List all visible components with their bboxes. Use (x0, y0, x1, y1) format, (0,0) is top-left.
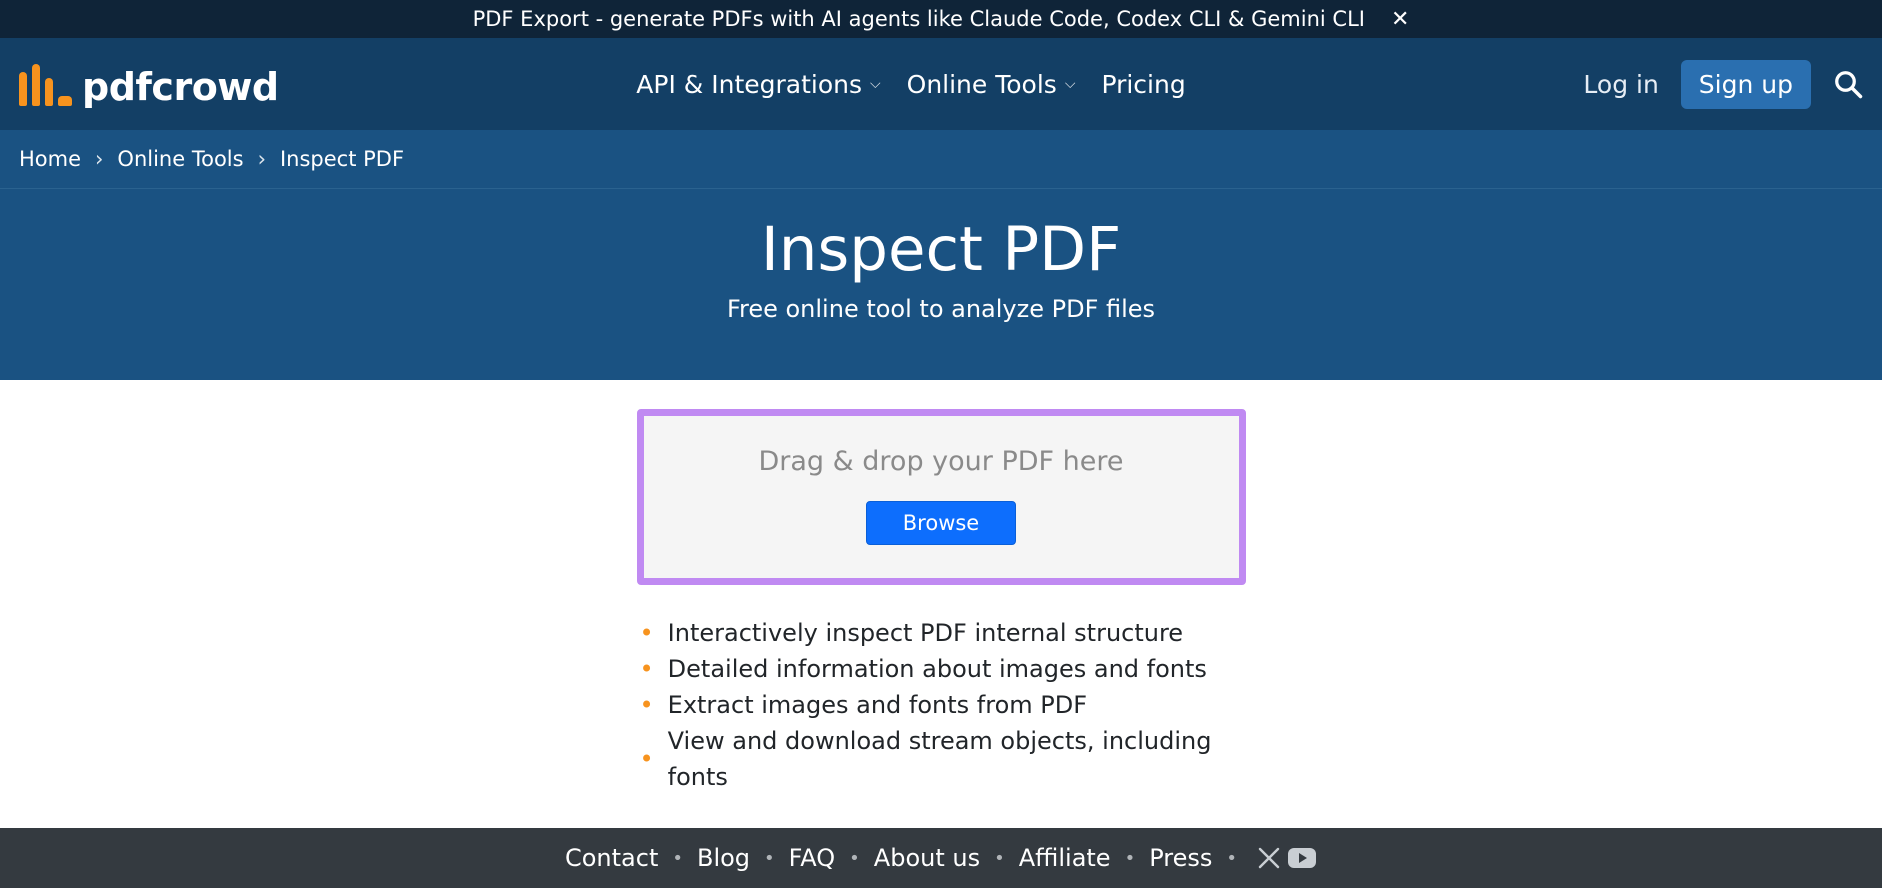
search-icon[interactable] (1833, 69, 1863, 99)
close-icon[interactable]: ✕ (1391, 7, 1409, 32)
main-nav: pdfcrowd API & Integrations ⌵ Online Too… (0, 38, 1882, 130)
page-title: Inspect PDF (760, 214, 1122, 285)
list-item: • Extract images and fonts from PDF (637, 687, 1246, 723)
promo-text[interactable]: PDF Export - generate PDFs with AI agent… (473, 7, 1365, 31)
footer-separator: • (764, 847, 775, 869)
bullet-icon: • (639, 619, 654, 647)
footer-link-blog[interactable]: Blog (697, 844, 750, 872)
logo-bars-icon (19, 62, 72, 106)
breadcrumb-home[interactable]: Home (19, 147, 81, 171)
feature-text: View and download stream objects, includ… (667, 727, 1212, 791)
breadcrumb-current: Inspect PDF (279, 147, 405, 171)
hero: Inspect PDF Free online tool to analyze … (0, 189, 1882, 380)
page-subtitle: Free online tool to analyze PDF files (726, 295, 1156, 324)
breadcrumb-separator: › (95, 147, 104, 171)
chevron-down-icon: ⌵ (1064, 76, 1076, 92)
nav-item-label: API & Integrations (636, 69, 863, 99)
bullet-icon: • (639, 655, 654, 683)
feature-text: Interactively inspect PDF internal struc… (667, 619, 1184, 647)
logo-text: pdfcrowd (82, 65, 279, 109)
footer-link-press[interactable]: Press (1149, 844, 1212, 872)
browse-button[interactable]: Browse (865, 501, 1017, 545)
logo[interactable]: pdfcrowd (19, 62, 279, 106)
feature-text: Extract images and fonts from PDF (667, 691, 1088, 719)
pdf-dropzone[interactable]: Drag & drop your PDF here Browse (636, 409, 1246, 585)
list-item: • Detailed information about images and f… (637, 651, 1246, 687)
footer-link-affiliate[interactable]: Affiliate (1019, 844, 1111, 872)
footer-separator: • (1124, 847, 1136, 869)
dropzone-text: Drag & drop your PDF here (758, 446, 1124, 477)
footer-separator: • (994, 847, 1005, 869)
footer-link-contact[interactable]: Contact (565, 844, 658, 872)
breadcrumb: Home › Online Tools › Inspect PDF (0, 130, 1882, 189)
breadcrumb-online-tools[interactable]: Online Tools (117, 147, 243, 171)
promo-banner: PDF Export - generate PDFs with AI agent… (0, 0, 1882, 38)
bullet-icon: • (639, 691, 654, 719)
list-item: • Interactively inspect PDF internal stru… (637, 615, 1246, 651)
nav-item-label: Online Tools (906, 69, 1057, 99)
list-item: • View and download stream objects, inclu… (637, 723, 1246, 795)
footer-separator: • (849, 847, 860, 869)
footer-link-faq[interactable]: FAQ (789, 844, 836, 872)
footer-link-about-us[interactable]: About us (874, 844, 980, 872)
x-icon[interactable] (1257, 846, 1281, 870)
bullet-icon: • (639, 745, 654, 773)
nav-item-label: Pricing (1101, 69, 1186, 99)
nav-item-online-tools[interactable]: Online Tools ⌵ (907, 70, 1076, 99)
footer-separator: • (1226, 847, 1237, 869)
nav-item-api-integrations[interactable]: API & Integrations ⌵ (636, 70, 880, 99)
feature-text: Detailed information about images and fo… (667, 655, 1207, 683)
youtube-icon[interactable] (1287, 846, 1317, 870)
feature-list: • Interactively inspect PDF internal stru… (637, 615, 1246, 795)
nav-item-pricing[interactable]: Pricing (1101, 70, 1185, 99)
signup-button[interactable]: Sign up (1680, 59, 1811, 109)
nav-right: Log in Sign up (1583, 59, 1863, 109)
footer-separator: • (672, 847, 683, 869)
chevron-down-icon: ⌵ (870, 76, 881, 92)
login-link[interactable]: Log in (1583, 70, 1658, 99)
footer: Contact • Blog • FAQ • About us • Affili… (0, 828, 1882, 888)
breadcrumb-separator: › (257, 147, 266, 171)
